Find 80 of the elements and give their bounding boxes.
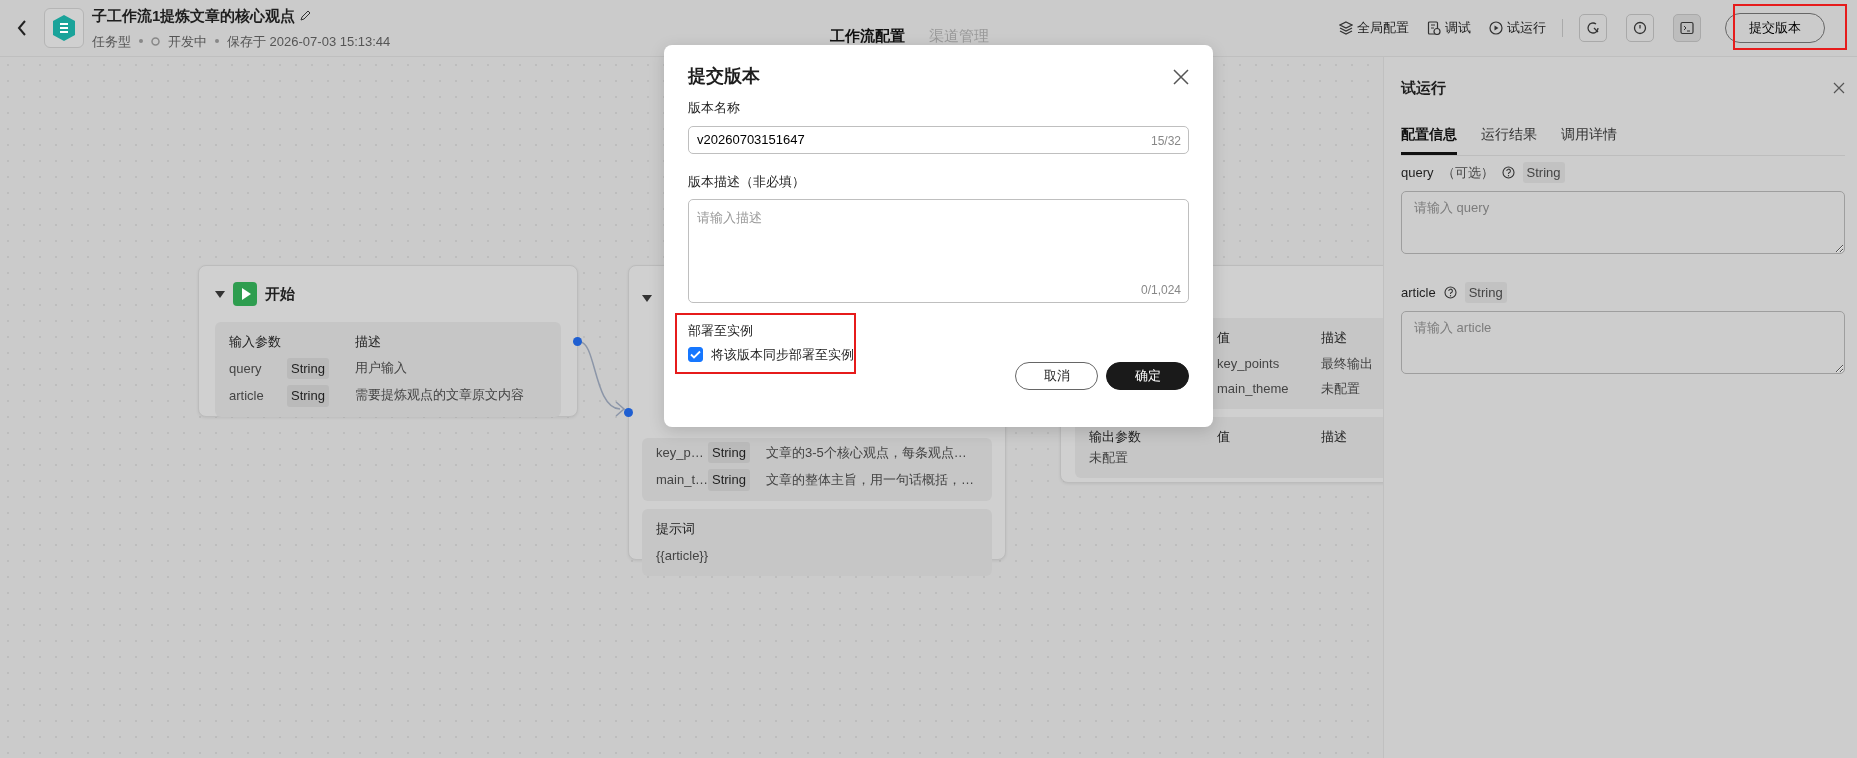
caret-down-icon[interactable] xyxy=(642,295,652,303)
status-circle-icon xyxy=(151,36,160,46)
refresh-icon xyxy=(1586,21,1600,35)
column-header: 输出参数 xyxy=(1089,427,1142,446)
document-icon xyxy=(1427,21,1441,35)
prompt-label: 提示词 xyxy=(656,519,696,538)
param-description: 用户输入 xyxy=(355,358,408,377)
layers-icon xyxy=(1339,21,1353,35)
panel-tab[interactable]: 运行结果 xyxy=(1481,123,1537,155)
icon-button[interactable] xyxy=(1579,14,1607,42)
help-icon xyxy=(1501,165,1515,179)
terminal-icon xyxy=(1680,21,1694,35)
confirm-button[interactable]: 确定 xyxy=(1106,362,1189,390)
hexagon-icon xyxy=(51,14,77,42)
output-value: main_theme xyxy=(1217,380,1290,398)
separator-dot xyxy=(215,39,219,44)
toolbar-action[interactable]: 全局配置 xyxy=(1339,18,1409,38)
node-title: 开始 xyxy=(265,283,295,304)
back-icon[interactable] xyxy=(16,19,28,37)
param-name: query xyxy=(1401,163,1434,182)
param-description: 需要提炼观点的文章原文内容 xyxy=(355,386,525,404)
optional-hint: （可选） xyxy=(1441,163,1494,182)
checkbox-label: 将该版本同步部署至实例 xyxy=(711,345,854,364)
char-counter: 0/1,024 xyxy=(1140,282,1181,299)
type-tag: String xyxy=(287,385,329,407)
workflow-title: 子工作流1提炼文章的核心观点 xyxy=(92,6,296,26)
clock-icon xyxy=(1633,21,1647,35)
char-counter: 15/32 xyxy=(1150,132,1181,150)
column-header: 描述 xyxy=(1321,427,1348,446)
icon-button[interactable] xyxy=(1673,14,1701,42)
output-value: key_points xyxy=(1217,354,1281,373)
param-name: article xyxy=(1401,283,1436,302)
type-tag: String xyxy=(708,441,750,463)
checkbox[interactable] xyxy=(688,346,703,362)
toolbar-action[interactable]: 试运行 xyxy=(1489,18,1546,38)
separator-dot xyxy=(139,39,143,44)
panel-tab[interactable]: 调用详情 xyxy=(1561,123,1617,155)
output-description: 最终输出 xyxy=(1321,354,1374,373)
dialog-title: 提交版本 xyxy=(688,65,760,88)
param-name: query xyxy=(229,359,263,378)
panel-title: 试运行 xyxy=(1401,78,1446,98)
save-time: 保存于 2026-07-03 15:13:44 xyxy=(227,32,391,51)
param-description: 文章的整体主旨，用一句话概括，… xyxy=(765,471,974,489)
port-dot xyxy=(573,337,582,346)
prompt-value: {{article}} xyxy=(656,547,710,565)
status-text: 开发中 xyxy=(168,32,207,51)
param-description: 文章的3-5个核心观点，每条观点… xyxy=(765,443,967,462)
field-label: 版本名称 xyxy=(688,99,741,117)
play-icon xyxy=(233,282,257,306)
param-name: key_p… xyxy=(656,443,705,462)
close-icon[interactable] xyxy=(1173,68,1189,85)
caret-down-icon[interactable] xyxy=(215,290,225,298)
cancel-button[interactable]: 取消 xyxy=(1015,362,1098,390)
field-label: 部署至实例 xyxy=(688,322,754,340)
type-tag: String xyxy=(1464,281,1507,303)
empty-text: 未配置 xyxy=(1089,449,1129,467)
param-name: main_t… xyxy=(656,471,708,489)
pencil-icon[interactable] xyxy=(299,10,312,23)
column-header: 输入参数 xyxy=(229,333,282,351)
panel-tab[interactable]: 配置信息 xyxy=(1401,123,1457,155)
type-tag: String xyxy=(708,469,750,491)
submit-version-button[interactable]: 提交版本 xyxy=(1725,13,1825,43)
input-field[interactable]: 请输入 query xyxy=(1401,191,1845,254)
port-dot xyxy=(624,408,633,417)
column-header: 描述 xyxy=(1321,329,1348,347)
param-name: article xyxy=(229,387,265,405)
toolbar-action[interactable]: 调试 xyxy=(1427,18,1471,38)
close-icon[interactable] xyxy=(1833,82,1845,95)
column-header: 值 xyxy=(1217,427,1231,446)
type-tag: String xyxy=(1522,161,1565,183)
workflow-type: 任务型 xyxy=(92,32,131,51)
column-header: 值 xyxy=(1217,329,1231,347)
help-icon xyxy=(1443,285,1457,299)
input-field[interactable]: 请输入 article xyxy=(1401,311,1845,374)
field-label: 版本描述（非必填） xyxy=(688,172,806,191)
icon-button[interactable] xyxy=(1626,14,1654,42)
column-header: 描述 xyxy=(355,333,382,351)
type-tag: String xyxy=(287,357,329,379)
play-icon xyxy=(1489,21,1503,35)
output-description: 未配置 xyxy=(1321,380,1361,398)
